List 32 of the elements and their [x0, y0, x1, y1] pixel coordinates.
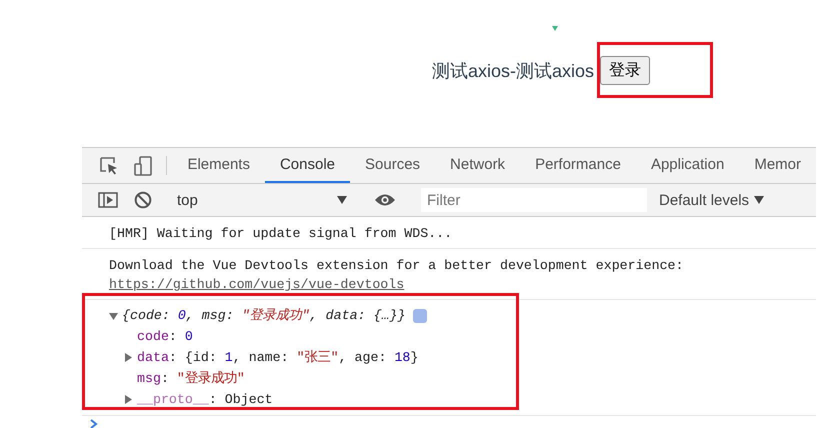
eye-icon[interactable] [374, 193, 396, 207]
console-message: Download the Vue Devtools extension for a better development experience: [109, 258, 684, 273]
object-property[interactable]: data: {id: 1, name: "张三", age: 18} [137, 347, 418, 368]
clear-icon[interactable] [134, 191, 152, 209]
collapse-caret-icon[interactable] [124, 353, 132, 362]
devtools-tab[interactable]: Network [435, 148, 520, 183]
collapse-caret-icon[interactable] [124, 395, 132, 404]
devtools-tab[interactable]: Performance [520, 148, 636, 183]
device-icon[interactable] [134, 156, 152, 176]
devtools-tab[interactable]: Sources [350, 148, 436, 183]
dropdown-caret-icon [754, 196, 764, 204]
console-message: [HMR] Waiting for update signal from WDS... [109, 226, 452, 241]
prompt-icon [90, 419, 98, 428]
context-select[interactable]: top [173, 192, 353, 208]
dropdown-caret-icon [337, 196, 347, 204]
info-icon [413, 308, 428, 322]
object-property: msg: "登录成功" [137, 370, 245, 388]
levels-dropdown[interactable]: Default levels [659, 192, 764, 208]
object-property[interactable]: __proto__: Object [137, 389, 273, 410]
sidebar-toggle-icon[interactable] [98, 192, 118, 208]
devtools-link[interactable]: https://github.com/vuejs/vue-devtools [109, 275, 404, 294]
object-summary[interactable]: {code: 0, msg: "登录成功", data: {…}} [122, 305, 406, 326]
login-button[interactable]: 登录 [600, 56, 650, 85]
logo-icon [552, 26, 558, 31]
expand-caret-icon[interactable] [109, 312, 118, 320]
inspect-icon[interactable] [100, 156, 118, 174]
page-title: 测试axios-测试axios [432, 60, 594, 83]
object-property: code: 0 [137, 328, 193, 346]
devtools-tab[interactable]: Memor [739, 148, 816, 183]
devtools-tab[interactable]: Elements [172, 148, 265, 183]
filter-field[interactable]: Filter [421, 188, 647, 212]
devtools-tab[interactable]: Application [636, 148, 740, 183]
